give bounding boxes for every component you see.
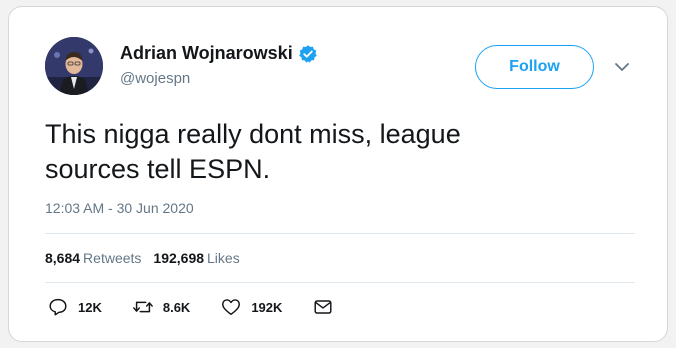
retweets-label: Retweets [83,250,142,266]
tweet-text-line-1: This nigga really dont miss, league [45,119,461,149]
likes-count: 192,698 [153,250,205,266]
retweet-button[interactable]: 8.6K [132,296,190,318]
like-count: 192K [251,299,283,315]
avatar[interactable] [45,37,103,95]
like-icon [220,296,242,318]
action-bar: 12K 8.6K 192K [47,296,334,318]
user-handle[interactable]: @wojespn [120,70,190,87]
retweets-stat[interactable]: 8,684 Retweets [45,250,141,266]
tweet-timestamp[interactable]: 12:03 AM - 30 Jun 2020 [45,200,194,216]
mail-icon [312,296,334,318]
likes-label: Likes [207,250,240,266]
divider [45,233,635,234]
tweet-text: This nigga really dont miss, league sour… [45,117,605,187]
reply-count: 12K [78,299,102,315]
engagement-stats: 8,684 Retweets 192,698 Likes [45,250,252,266]
reply-icon [47,296,69,318]
reply-button[interactable]: 12K [47,296,102,318]
verified-badge-icon [298,44,318,64]
retweets-count: 8,684 [45,250,81,266]
divider [45,282,635,283]
retweet-icon [132,296,154,318]
direct-message-button[interactable] [312,296,334,318]
retweet-count: 8.6K [162,299,191,315]
tweet-card: Adrian Wojnarowski @wojespn Follow This … [8,6,668,342]
likes-stat[interactable]: 192,698 Likes [153,250,239,266]
display-name[interactable]: Adrian Wojnarowski [120,43,293,64]
follow-button[interactable]: Follow [475,45,594,89]
chevron-down-icon[interactable] [611,59,633,75]
tweet-text-line-2: sources tell ESPN. [45,154,271,184]
like-button[interactable]: 192K [220,296,282,318]
user-name-row: Adrian Wojnarowski [120,43,318,64]
